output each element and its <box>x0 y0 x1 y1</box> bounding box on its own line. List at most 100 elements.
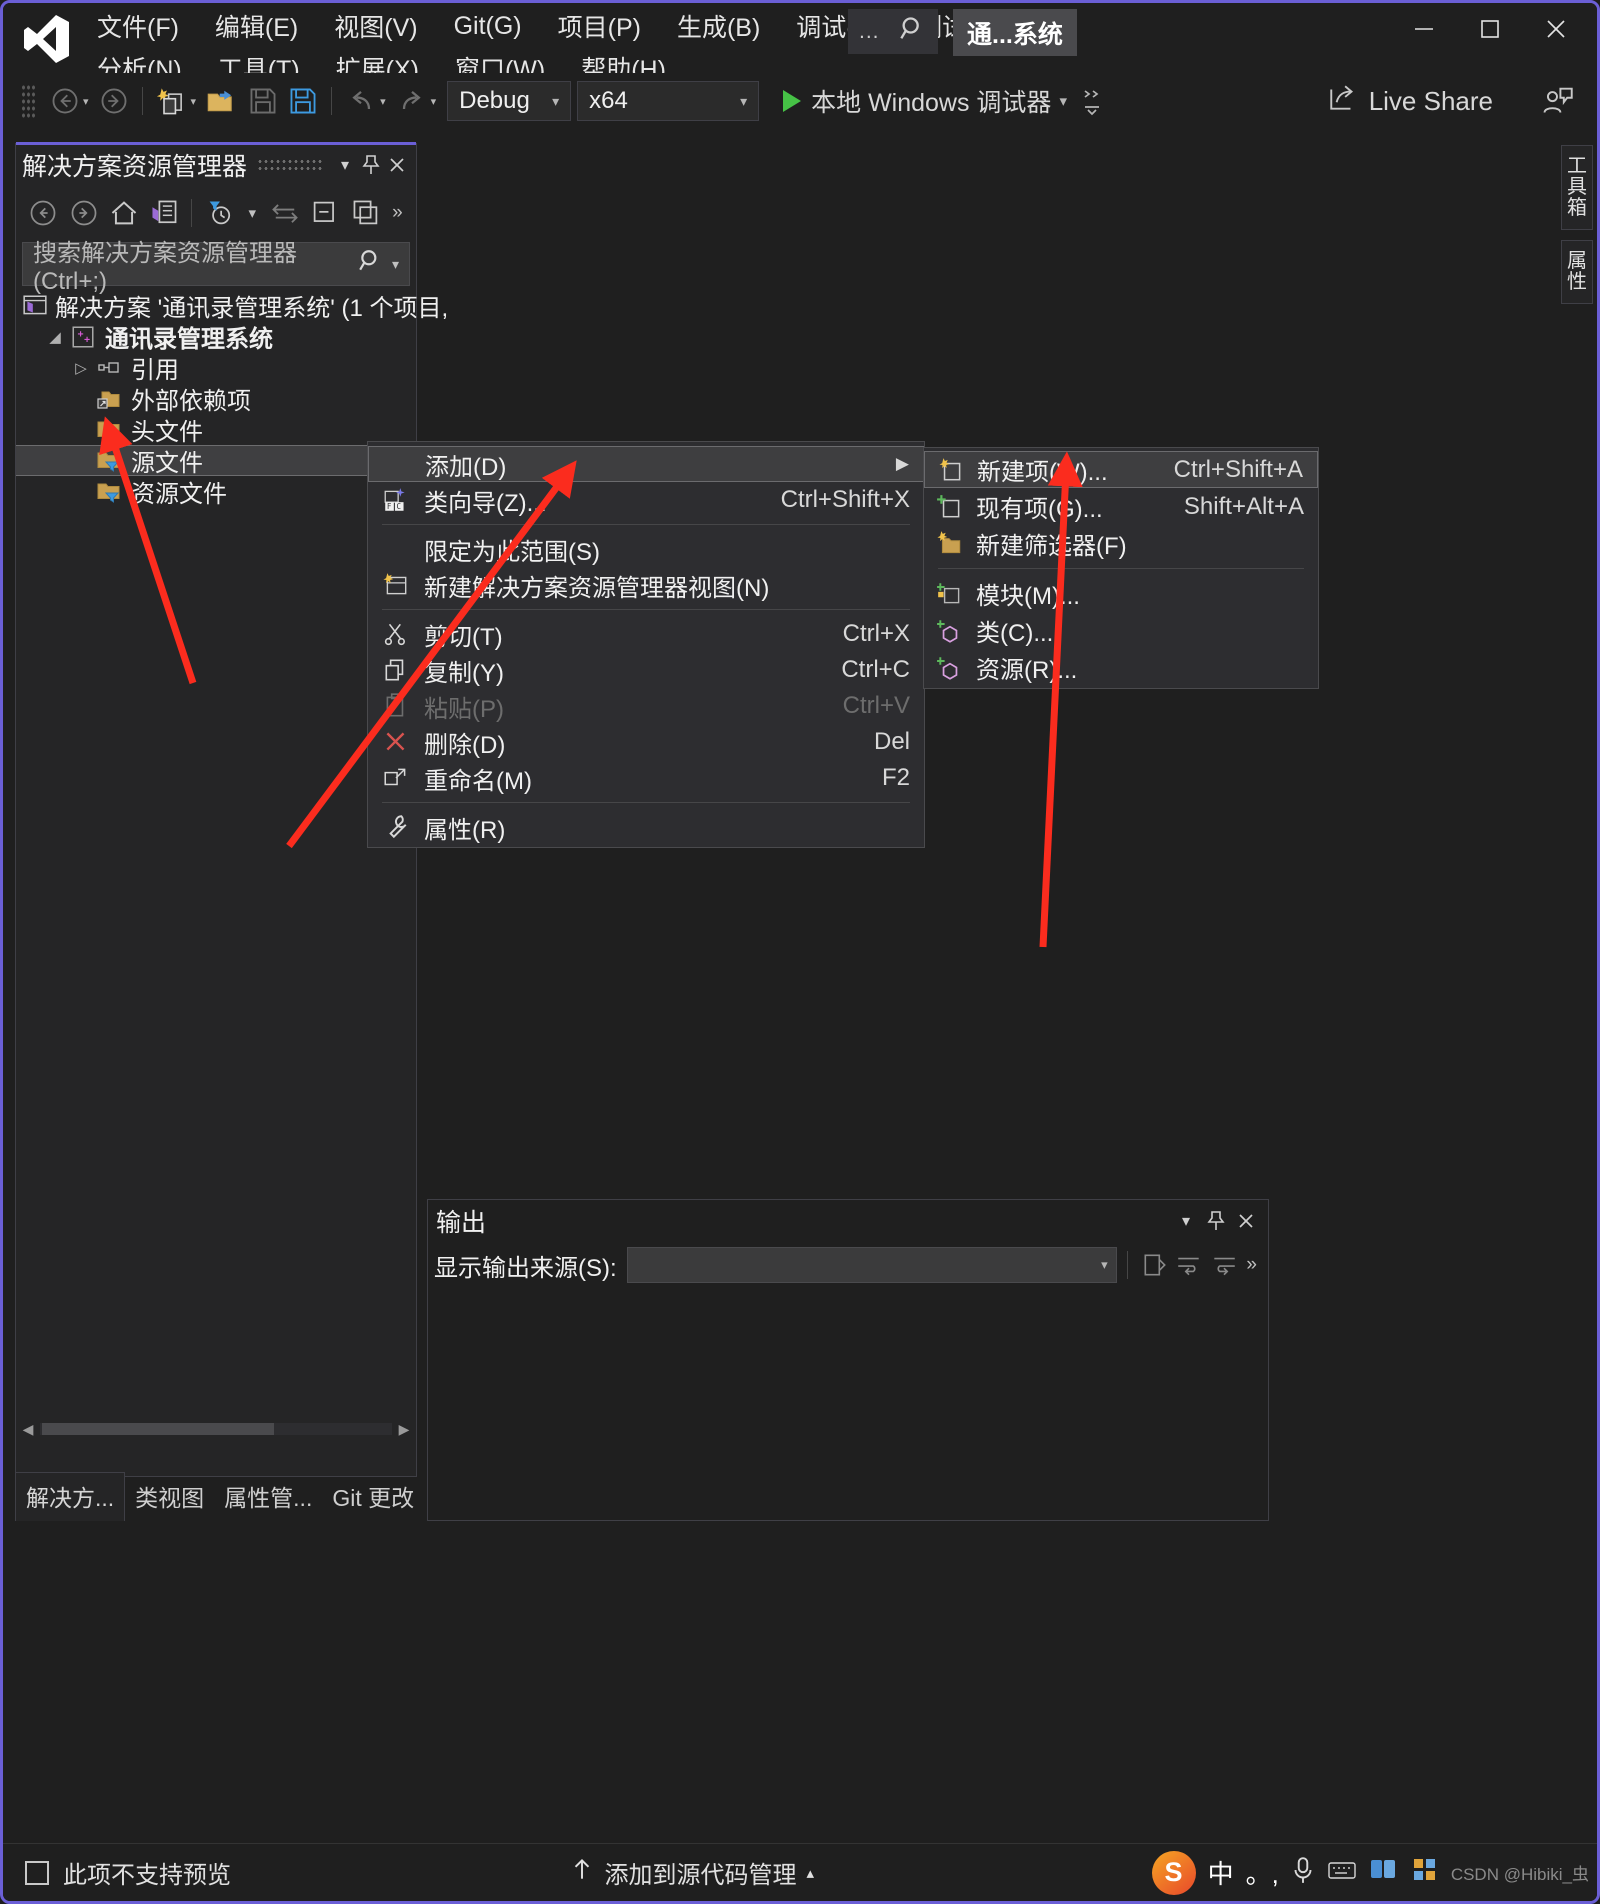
close-icon[interactable] <box>1232 1206 1260 1236</box>
solution-configuration-combo[interactable]: Debug ▾ <box>447 81 572 121</box>
tab-class-view[interactable]: 类视图 <box>125 1473 214 1521</box>
live-share-button[interactable]: Live Share <box>1319 79 1501 123</box>
context-menu-item-scope-to-this[interactable]: 限定为此范围(S) <box>368 531 924 567</box>
navigate-forward-button[interactable] <box>94 80 134 122</box>
home-button[interactable] <box>105 193 143 233</box>
source-control-status[interactable]: 添加到源代码管理 ▴ <box>569 1855 814 1890</box>
submenu-item-module[interactable]: 模块(M)... <box>924 575 1318 612</box>
filter-chevron-down-icon[interactable]: ▾ <box>241 193 264 233</box>
pin-icon[interactable] <box>1202 1206 1230 1236</box>
microphone-icon[interactable] <box>1291 1855 1315 1890</box>
menu-file[interactable]: 文件(F) <box>81 6 195 46</box>
minimize-button[interactable] <box>1391 5 1457 53</box>
menu-project[interactable]: 项目(P) <box>542 6 657 46</box>
submenu-item-existing-item[interactable]: 现有项(G)... Shift+Alt+A <box>924 488 1318 525</box>
collapse-all-button[interactable] <box>306 193 344 233</box>
submenu-item-new-item[interactable]: 新建项(W)... Ctrl+Shift+A <box>924 451 1318 488</box>
clear-all-button[interactable] <box>1138 1248 1173 1282</box>
ime-punctuation-label[interactable]: 。, <box>1246 1854 1279 1891</box>
scroll-left-arrow-icon[interactable]: ◀ <box>16 1421 40 1438</box>
tree-item-source-files[interactable]: 源文件 <box>16 445 416 477</box>
submenu-item-new-filter[interactable]: 新建筛选器(F) <box>924 525 1318 562</box>
tray-blue-icon[interactable] <box>1369 1856 1399 1889</box>
scroll-right-arrow-icon[interactable]: ▶ <box>392 1421 416 1438</box>
save-button[interactable] <box>243 80 283 122</box>
context-menu-item-cut[interactable]: 剪切(T) Ctrl+X <box>368 616 924 652</box>
chevron-down-icon: ▾ <box>83 95 89 108</box>
tree-item-project[interactable]: ◢ + + 通讯录管理系统 <box>16 321 416 353</box>
context-menu-item-copy[interactable]: 复制(Y) Ctrl+C <box>368 652 924 688</box>
toolbar-overflow-button[interactable] <box>1075 80 1109 122</box>
context-menu-item-new-solution-explorer-view[interactable]: 新建解决方案资源管理器视图(N) <box>368 567 924 603</box>
tab-solution-explorer[interactable]: 解决方... <box>15 1472 126 1521</box>
sync-with-active-document-button[interactable] <box>266 193 304 233</box>
undo-button[interactable]: ▾ <box>340 80 391 122</box>
forward-button[interactable] <box>64 193 102 233</box>
panel-drag-dots[interactable] <box>257 158 322 172</box>
search-icon[interactable] <box>358 248 384 281</box>
context-menu-item-rename[interactable]: 重命名(M) F2 <box>368 760 924 796</box>
tree-item-references[interactable]: ▷ 引用 <box>16 352 416 384</box>
dock-tab-toolbox[interactable]: 工具箱 <box>1561 145 1593 230</box>
new-project-button[interactable]: ▾ <box>151 80 202 122</box>
sogou-ime-logo-icon[interactable]: S <box>1151 1850 1196 1895</box>
tab-property-manager[interactable]: 属性管... <box>214 1473 322 1521</box>
solution-explorer-search-input[interactable]: 搜索解决方案资源管理器(Ctrl+;) ▾ <box>22 240 410 295</box>
visual-studio-window: 文件(F) 编辑(E) 视图(V) Git(G) 项目(P) 生成(B) 调试(… <box>0 0 1600 1904</box>
context-menu-item-add[interactable]: 添加(D) ▶ <box>368 446 924 482</box>
tray-grid-icon[interactable] <box>1411 1856 1439 1889</box>
navigate-backward-button[interactable]: ▾ <box>45 80 94 122</box>
menu-build[interactable]: 生成(B) <box>661 6 776 46</box>
output-source-combo[interactable]: ▾ <box>626 1247 1117 1283</box>
tree-item-external-dependencies[interactable]: 外部依赖项 <box>16 383 416 415</box>
scrollbar-track[interactable] <box>40 1423 392 1435</box>
solution-platform-combo[interactable]: x64 ▾ <box>577 81 760 121</box>
pin-icon[interactable] <box>358 150 384 180</box>
ime-mode-label[interactable]: 中 <box>1208 1854 1234 1891</box>
keyboard-icon[interactable] <box>1327 1858 1357 1887</box>
expander-expanded-icon[interactable]: ◢ <box>42 328 68 346</box>
scrollbar-thumb[interactable] <box>42 1423 275 1435</box>
context-menu-item-delete[interactable]: 删除(D) Del <box>368 724 924 760</box>
search-options-chevron-down-icon[interactable]: ▾ <box>392 256 399 273</box>
toggle-autoscroll-button[interactable] <box>1207 1248 1242 1282</box>
submenu-item-class[interactable]: 类(C)... <box>924 612 1318 649</box>
pending-changes-filter-button[interactable] <box>200 193 238 233</box>
quick-search-box[interactable]: ... <box>848 9 938 54</box>
tree-item-header-files[interactable]: 头文件 <box>16 414 416 446</box>
tab-git-changes[interactable]: Git 更改 <box>322 1473 424 1521</box>
solution-name-badge[interactable]: 通...系统 <box>953 9 1077 56</box>
maximize-button[interactable] <box>1457 5 1523 53</box>
panel-menu-chevron-down-icon[interactable]: ▾ <box>332 150 358 180</box>
context-menu-item-class-wizard[interactable]: F C 类向导(Z)... Ctrl+Shift+X <box>368 482 924 518</box>
menu-view[interactable]: 视图(V) <box>318 6 433 46</box>
tree-item-resource-files[interactable]: 资源文件 <box>16 476 416 508</box>
toolbar-overflow-icon[interactable]: » <box>387 193 408 233</box>
redo-button[interactable]: ▾ <box>391 80 442 122</box>
menu-edit[interactable]: 编辑(E) <box>199 6 314 46</box>
properties-window-button[interactable] <box>346 193 384 233</box>
back-button[interactable] <box>24 193 62 233</box>
new-se-view-icon <box>368 571 424 599</box>
context-menu-item-properties[interactable]: 属性(R) <box>368 809 924 845</box>
panel-menu-chevron-down-icon[interactable]: ▾ <box>1172 1206 1200 1236</box>
close-icon[interactable] <box>384 150 410 180</box>
toggle-word-wrap-button[interactable] <box>1172 1248 1207 1282</box>
expander-collapsed-icon[interactable]: ▷ <box>68 359 94 377</box>
account-button[interactable] <box>1535 79 1579 121</box>
menu-git[interactable]: Git(G) <box>438 10 538 43</box>
close-button[interactable] <box>1523 5 1589 53</box>
switch-views-button[interactable] <box>145 193 183 233</box>
tree-item-label: 通讯录管理系统 <box>105 326 273 353</box>
output-text-area[interactable] <box>429 1290 1267 1519</box>
save-all-button[interactable] <box>283 80 323 122</box>
tree-item-solution[interactable]: 解决方案 '通讯录管理系统' (1 个项目, <box>16 290 448 322</box>
start-debugging-button[interactable]: 本地 Windows 调试器 ▾ <box>775 80 1075 122</box>
submenu-separator <box>938 568 1304 569</box>
solution-explorer-horizontal-scrollbar[interactable]: ◀ ▶ <box>16 1416 416 1442</box>
open-file-button[interactable] <box>201 80 243 122</box>
toolbar-grip-handle[interactable] <box>21 84 37 118</box>
dock-tab-properties[interactable]: 属性 <box>1561 240 1593 304</box>
submenu-item-resource[interactable]: 资源(R)... <box>924 649 1318 686</box>
output-toolbar-overflow-icon[interactable]: » <box>1241 1248 1262 1282</box>
